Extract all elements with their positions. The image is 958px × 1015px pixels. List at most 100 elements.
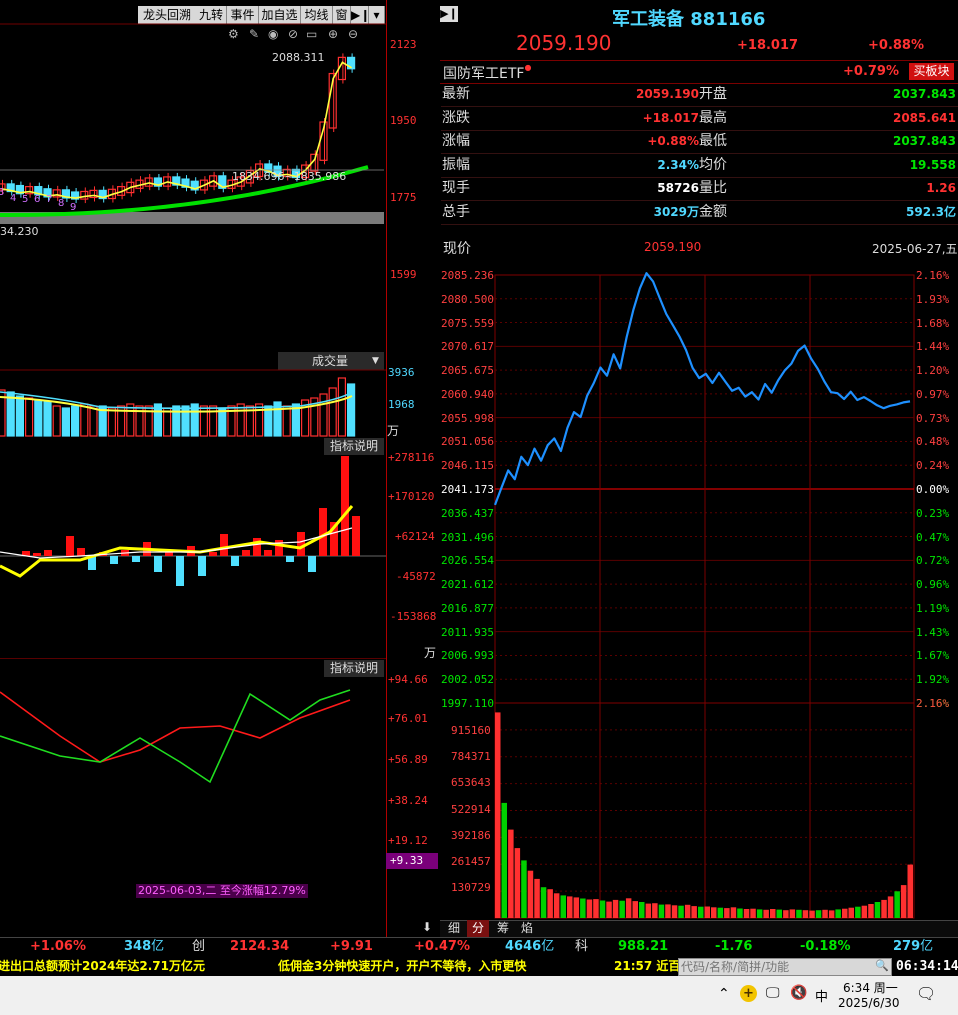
- notification-icon[interactable]: 🗨: [916, 984, 936, 1003]
- price-axis-tick: 2036.437: [441, 506, 494, 520]
- volume-bar: [527, 870, 534, 918]
- volume-pct-tick: 2.16%: [916, 697, 950, 710]
- price-axis-tick: 2080.500: [441, 292, 494, 306]
- volume-axis-tick: 130729: [451, 881, 491, 895]
- stat-label: 最新: [442, 86, 470, 102]
- volume-bar: [599, 900, 606, 918]
- news-headline-2[interactable]: 21:57 近百: [614, 957, 680, 976]
- volume-bar: [684, 904, 691, 918]
- nine-digit: 3: [0, 187, 5, 198]
- volume-bar: [776, 909, 782, 918]
- pct-axis-tick: 0.48%: [916, 435, 950, 449]
- index-a-amount: 348亿: [124, 938, 164, 956]
- taskbar-time[interactable]: 6:34 周一: [843, 979, 898, 996]
- nine-digit: 4: [10, 193, 17, 204]
- ad-banner[interactable]: 低佣金3分钟快速开户，开户不等待，入市更快: [278, 957, 526, 976]
- stat-value: 2037.843: [892, 87, 956, 101]
- stock-title: 军工装备 881166: [612, 5, 765, 31]
- price-axis-tick: 2075.559: [441, 316, 494, 330]
- expand-panel-button[interactable]: ▶❙: [440, 6, 458, 22]
- volume-bar: [665, 904, 671, 918]
- pct-axis-tick: 0.47%: [916, 530, 950, 544]
- download-icon[interactable]: ⬇: [422, 920, 432, 934]
- search-icon[interactable]: 🔍: [875, 959, 889, 972]
- volume-bar: [868, 904, 874, 918]
- index-ke-label[interactable]: 科: [575, 938, 588, 956]
- volume-axis-tick: 653643: [451, 776, 491, 790]
- stat-label: 总手: [442, 203, 470, 220]
- pct-axis-tick: 0.24%: [916, 459, 950, 473]
- volume-bar: [789, 909, 796, 918]
- header-change: +18.017: [737, 38, 799, 53]
- volume-bar: [586, 899, 593, 918]
- volume-bar: [763, 909, 769, 918]
- volume-bar: [815, 910, 822, 918]
- stat-value: +18.017: [642, 110, 699, 125]
- index-chuang-pct: +0.47%: [414, 939, 470, 954]
- volume-bar: [881, 899, 887, 918]
- volume-axis-tick: 784371: [451, 750, 491, 764]
- tab-fen[interactable]: 分: [467, 920, 489, 937]
- price-tick: 1950: [390, 114, 417, 127]
- search-input[interactable]: [681, 959, 867, 975]
- pct-axis-tick: 1.92%: [916, 673, 950, 687]
- taskbar-date[interactable]: 2025/6/30: [838, 996, 900, 1010]
- volume-axis-tick: 915160: [451, 724, 491, 737]
- header-price: 2059.190: [516, 31, 612, 55]
- volume-bar: [809, 910, 815, 918]
- index-ke-amount: 279亿: [893, 938, 933, 956]
- search-box[interactable]: 🔍: [678, 958, 892, 976]
- pct-axis-tick: 1.93%: [916, 292, 950, 306]
- candle: [144, 177, 153, 187]
- buy-sector-button[interactable]: 买板块: [909, 63, 954, 80]
- volume-bar: [796, 909, 802, 918]
- app-tray-icon[interactable]: +: [740, 985, 757, 1002]
- index-chuang-label[interactable]: 创: [192, 938, 205, 956]
- stats-row: 涨幅 +0.88% 最低 2037.843: [441, 130, 958, 154]
- news-headline[interactable]: 进出口总额预计2024年达2.71万亿元: [0, 957, 205, 976]
- index-chuang-change: +9.91: [330, 939, 373, 954]
- volume-bar: [612, 899, 619, 918]
- volume-bar: [822, 909, 828, 918]
- pct-axis-tick: 1.68%: [916, 316, 950, 330]
- volume-bar: [730, 907, 737, 918]
- index-ke-value: 988.21: [618, 939, 669, 954]
- price-tick: 1775: [390, 191, 417, 204]
- price-axis-tick: 2051.056: [441, 435, 494, 449]
- etf-link[interactable]: 国防军工ETF●: [443, 63, 531, 83]
- volume-axis-tick: 261457: [451, 855, 491, 868]
- stat-value: 2.34%: [657, 157, 699, 172]
- stock-code: 881166: [690, 9, 766, 30]
- volume-bar: [704, 906, 710, 918]
- network-icon[interactable]: 🖵: [766, 985, 780, 1001]
- nine-digit: 7: [46, 194, 53, 205]
- price-axis-tick: 2021.612: [441, 578, 494, 592]
- stat-value: 2037.843: [892, 134, 956, 148]
- stat-value: 19.558: [909, 157, 956, 172]
- stat-label: 均价: [699, 156, 727, 173]
- index-a-amount-unit: 亿: [151, 939, 165, 954]
- chevron-up-icon[interactable]: ⌃: [718, 986, 730, 1002]
- nine-digit: 6: [34, 194, 41, 205]
- volume-bar: [887, 896, 894, 918]
- stats-row: 涨跌 +18.017 最高 2085.641: [441, 107, 958, 131]
- nine-digit: 8: [58, 198, 65, 209]
- volume-bar: [560, 895, 566, 918]
- volume-bar: [835, 909, 841, 918]
- pct-axis-tick: 1.44%: [916, 340, 950, 354]
- volume-mute-icon[interactable]: 🔇: [790, 985, 807, 1001]
- tab-chou[interactable]: 筹: [492, 920, 514, 937]
- price-axis-tick: 2065.675: [441, 364, 494, 378]
- index-a-pct: +1.06%: [30, 939, 86, 954]
- volume-bar: [619, 900, 625, 918]
- tab-yan[interactable]: 焰: [516, 920, 538, 937]
- nine-digit: 5: [22, 194, 29, 205]
- stats-row: 现手 58726 量比 1.26: [441, 177, 958, 201]
- ime-indicator[interactable]: 中: [815, 986, 828, 1005]
- stat-label: 开盘: [699, 86, 727, 102]
- volume-bar: [625, 898, 632, 918]
- index-ke-amount-value: 279: [893, 939, 921, 954]
- stat-label: 涨跌: [442, 109, 470, 126]
- tab-xi[interactable]: 细: [443, 920, 465, 937]
- price-axis-tick: 2046.115: [441, 459, 494, 473]
